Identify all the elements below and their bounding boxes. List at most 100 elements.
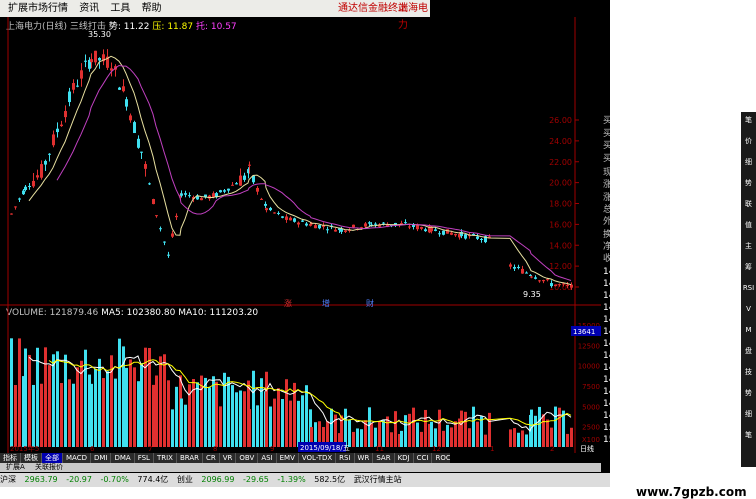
tick-time: 14:59 — [603, 387, 610, 398]
cy-index-amount: 582.5亿 — [314, 475, 346, 484]
date-axis-label: 1 — [490, 445, 494, 453]
indicator-tab[interactable]: TRIX — [154, 453, 177, 463]
volume-bar — [252, 370, 255, 447]
volume-bar — [227, 376, 230, 447]
side-tab[interactable]: 势 — [742, 387, 755, 399]
candle-body — [184, 193, 187, 195]
indicator-tab[interactable]: EMV — [277, 453, 299, 463]
candle-body — [40, 164, 43, 178]
candle-body — [289, 217, 292, 221]
volume-bar — [484, 434, 487, 447]
candle-body — [140, 151, 143, 153]
order-label: 买二 — [603, 116, 610, 126]
vol-tick-label: X100 — [582, 436, 600, 444]
side-tab[interactable]: 筹 — [742, 261, 755, 273]
tab-related-quotes[interactable]: 关联报价 — [35, 463, 63, 471]
side-tab[interactable]: 细 — [742, 408, 755, 420]
side-tab[interactable]: 笔 — [742, 429, 755, 441]
candle-body — [442, 230, 445, 235]
indicator-tab[interactable]: CR — [203, 453, 220, 463]
low-price-label: 9.35 — [523, 290, 541, 299]
price-tick-label: 18.00 — [549, 200, 572, 209]
candle-body — [525, 272, 528, 274]
volume-bar — [464, 411, 467, 447]
menu-item-help[interactable]: 帮助 — [142, 0, 162, 17]
volume-chart[interactable]: 150001250010000750050002500X100136412015… — [0, 307, 610, 453]
candle-body — [538, 280, 541, 282]
volume-bar — [390, 432, 393, 447]
volume-bar — [152, 384, 155, 447]
indicator-tab[interactable]: SAR — [373, 453, 395, 463]
candle-body — [404, 222, 407, 224]
side-tab[interactable]: 技 — [742, 366, 755, 378]
indicator-tab[interactable]: RSI — [336, 453, 355, 463]
candle-body — [558, 284, 561, 286]
volume-bar — [408, 413, 411, 447]
menu-item-tools[interactable]: 工具 — [110, 0, 130, 17]
tick-time: 14:59 — [603, 315, 610, 326]
quote-key: 总量 — [603, 204, 610, 215]
candle-body — [305, 223, 308, 226]
side-tab[interactable]: 势 — [742, 177, 755, 189]
indicator-tab[interactable]: ASI — [258, 453, 277, 463]
indicator-tab[interactable]: 全部 — [42, 453, 63, 463]
candle-body — [517, 266, 520, 268]
side-tab[interactable]: 价 — [742, 135, 755, 147]
indicator-tab[interactable]: CCI — [414, 453, 433, 463]
side-tab[interactable]: 细 — [742, 156, 755, 168]
tick-time: 14:59 — [603, 339, 610, 350]
candle-body — [24, 186, 27, 190]
side-tab[interactable]: 笔 — [742, 114, 755, 126]
indicator-tab[interactable]: BRAR — [177, 453, 203, 463]
indicator-tab[interactable]: KDJ — [395, 453, 414, 463]
side-tab[interactable]: M — [742, 324, 755, 336]
tab-extended-a[interactable]: 扩展A — [6, 463, 25, 471]
side-tab[interactable]: 盘 — [742, 345, 755, 357]
indicator-tab[interactable]: ROC — [432, 453, 450, 463]
indicator-tab[interactable]: DMI — [91, 453, 112, 463]
side-tab[interactable]: 主 — [742, 240, 755, 252]
side-tab[interactable]: V — [742, 303, 755, 315]
volume-bar — [297, 400, 300, 447]
tick-row: 14:5910.0087S — [601, 398, 610, 410]
indicator-tab[interactable]: VOL-TDX — [299, 453, 337, 463]
indicator-tab[interactable]: DMA — [111, 453, 135, 463]
side-tab[interactable]: RSI — [742, 282, 755, 294]
indicator-tab[interactable]: 指标 — [0, 453, 21, 463]
volume-bar — [476, 421, 479, 447]
volume-bar — [243, 391, 246, 447]
volume-bar — [265, 371, 268, 447]
menu-item-info[interactable]: 资讯 — [79, 0, 99, 17]
side-tab[interactable]: 值 — [742, 219, 755, 231]
volume-bar — [98, 358, 101, 447]
volume-bar — [40, 383, 43, 447]
tick-time: 14:59 — [603, 327, 610, 338]
tick-time: 14:59 — [603, 279, 610, 290]
price-tick-label: 26.00 — [549, 116, 572, 125]
volume-bar — [106, 371, 109, 447]
candle-body — [326, 229, 329, 231]
candle-body — [285, 216, 288, 220]
order-book-row: 买四9.98150 — [601, 140, 610, 152]
vol-tick-label: 5000 — [582, 403, 600, 411]
indicator-tab[interactable]: VR — [220, 453, 237, 463]
menu-item-extended-market[interactable]: 扩展市场行情 — [8, 0, 68, 17]
indicator-tab[interactable]: WR — [355, 453, 374, 463]
candle-body — [188, 195, 191, 197]
candle-body — [148, 183, 151, 185]
volume-bar — [102, 378, 105, 447]
indicator-tab[interactable]: 模板 — [21, 453, 42, 463]
candle-body — [14, 206, 17, 208]
side-tab[interactable]: 联 — [742, 198, 755, 210]
indicator-tab[interactable]: MACD — [63, 453, 91, 463]
price-chart[interactable]: 26.00 24.00 22.00 20.00 18.00 16.00 14.00 12.00… — [0, 17, 610, 307]
candle-body — [137, 138, 140, 148]
quote-stat-row: 换手0.57%股本21.4亿 — [601, 229, 610, 241]
candle-body — [180, 193, 183, 196]
volume-bar — [90, 383, 93, 447]
indicator-tab[interactable]: FSL — [135, 453, 154, 463]
candle-body — [125, 99, 128, 107]
volume-bar — [460, 410, 463, 447]
volume-bar — [468, 428, 471, 447]
indicator-tab[interactable]: OBV — [236, 453, 259, 463]
